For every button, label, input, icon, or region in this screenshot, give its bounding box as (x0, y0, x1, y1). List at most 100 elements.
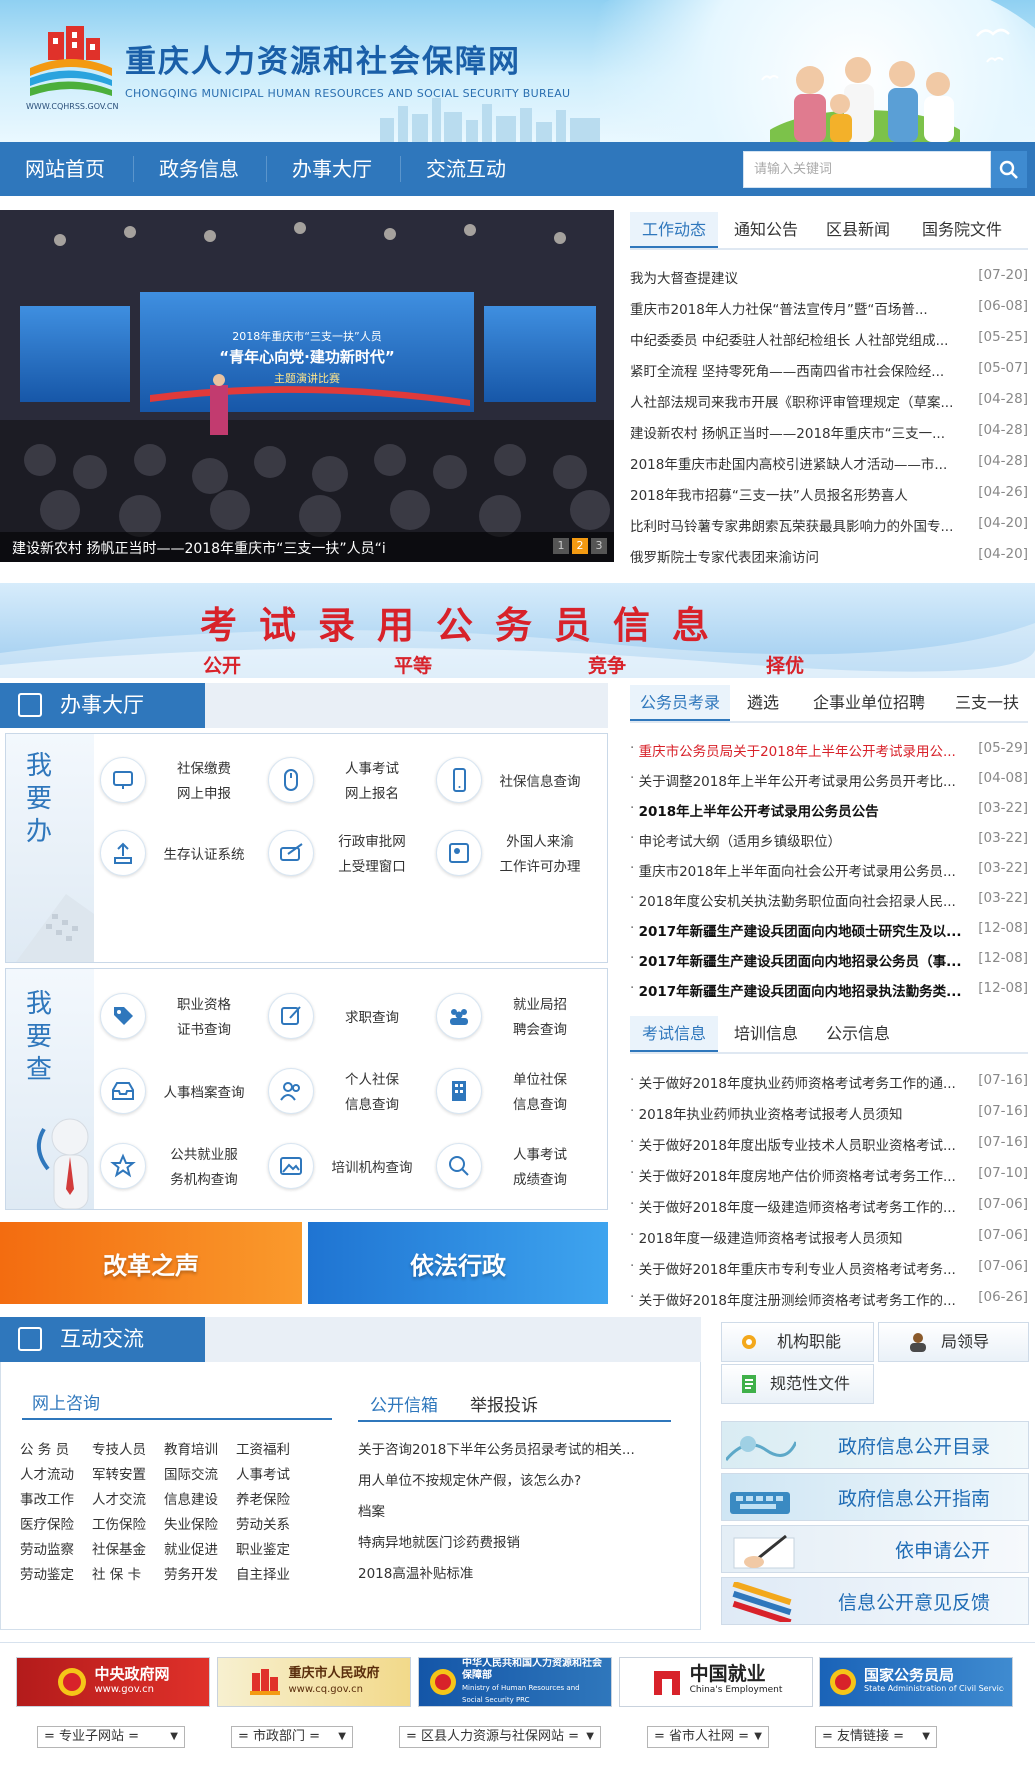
list-item[interactable]: · 2018年度一级建造师资格考试报考人员须知 (630, 1227, 970, 1247)
list-item[interactable]: 建设新农村 扬帆正当时——2018年重庆市“三支一... (630, 422, 970, 442)
slide-page-3[interactable]: 3 (591, 538, 607, 554)
service-item[interactable]: 外国人来渝 工作许可办理 (436, 825, 596, 885)
consult-keyword-link[interactable]: 社保基金 (92, 1538, 146, 1558)
slide-caption[interactable]: 建设新农村 扬帆正当时——2018年重庆市“三支一扶”人员“i (12, 538, 432, 558)
news-slideshow[interactable]: 2018年重庆市“三支一扶”人员 “青年心向党·建功新时代” 主题演讲比赛 (0, 210, 614, 562)
consult-keyword-link[interactable]: 失业保险 (164, 1513, 218, 1533)
link-civil-service-admin[interactable]: 国家公务员局 State Administration of Civil Serv… (819, 1657, 1013, 1707)
list-item[interactable]: 人社部法规司来我市开展《职称评审管理规定（草案... (630, 391, 970, 411)
service-item[interactable]: 行政审批网 上受理窗口 (268, 825, 428, 885)
list-item[interactable]: 2018年重庆市赴国内高校引进紧缺人才活动——市... (630, 453, 970, 473)
tab-online-consult[interactable]: 网上咨询 (32, 1389, 100, 1414)
consult-keyword-link[interactable]: 劳动监察 (20, 1538, 74, 1558)
service-item[interactable]: 单位社保 信息查询 (436, 1063, 596, 1123)
tab-work-news[interactable]: 工作动态 (630, 212, 718, 248)
tab-three-support[interactable]: 三支一扶 (946, 685, 1028, 721)
service-item[interactable]: 人事档案查询 (100, 1063, 260, 1123)
consult-keyword-link[interactable]: 工伤保险 (92, 1513, 146, 1533)
org-function-button[interactable]: 机构职能 (721, 1322, 874, 1362)
mailbox-item[interactable]: 特病异地就医门诊药费报销 (358, 1531, 668, 1551)
consult-keyword-link[interactable]: 劳动关系 (236, 1513, 290, 1533)
service-item[interactable]: 公共就业服 务机构查询 (100, 1138, 260, 1198)
consult-keyword-link[interactable]: 公 务 员 (20, 1438, 69, 1458)
tab-district-news[interactable]: 区县新闻 (814, 212, 902, 248)
consult-keyword-link[interactable]: 人才交流 (92, 1488, 146, 1508)
service-item[interactable]: 职业资格 证书查询 (100, 988, 260, 1048)
search-input[interactable]: 请输入关键词 (743, 151, 991, 188)
tab-training-info[interactable]: 培训信息 (722, 1016, 810, 1052)
nav-interaction[interactable]: 交流互动 (416, 142, 516, 196)
list-item[interactable]: · 关于做好2018年度注册测绘师资格考试考务工作的... (630, 1289, 970, 1309)
nav-home[interactable]: 网站首页 (15, 142, 115, 196)
list-item[interactable]: · 2018年执业药师执业资格考试报考人员须知 (630, 1103, 970, 1123)
list-item[interactable]: · 重庆市公务员局关于2018年上半年公开考试录用公... (630, 740, 970, 760)
list-item[interactable]: 紧盯全流程 坚持零死角——西南四省市社会保险经... (630, 360, 970, 380)
service-item[interactable]: 社保缴费 网上申报 (100, 752, 260, 812)
nav-gov-info[interactable]: 政务信息 (149, 142, 249, 196)
disclosure-feedback-link[interactable]: 信息公开意见反馈 (721, 1577, 1029, 1625)
list-item[interactable]: · 2017年新疆生产建设兵团面向内地招录执法勤务类... (630, 980, 970, 1000)
select-district-sites[interactable]: = 区县人力资源与社保网站 = ▼ (399, 1726, 601, 1748)
apply-disclosure-link[interactable]: 依申请公开 (721, 1525, 1029, 1573)
list-item[interactable]: · 关于做好2018年度房地产估价师资格考试考务工作... (630, 1165, 970, 1185)
list-item[interactable]: 俄罗斯院士专家代表团来渝访问 (630, 546, 970, 566)
slide-page-1[interactable]: 1 (553, 538, 569, 554)
list-item[interactable]: · 关于调整2018年上半年公开考试录用公务员开考比... (630, 770, 970, 790)
consult-keyword-link[interactable]: 教育培训 (164, 1438, 218, 1458)
list-item[interactable]: · 关于做好2018年重庆市专利专业人员资格考试考务... (630, 1258, 970, 1278)
list-item[interactable]: · 重庆市2018年上半年面向社会公开考试录用公务员... (630, 860, 970, 880)
tab-civil-exam[interactable]: 公务员考录 (630, 685, 730, 721)
consult-keyword-link[interactable]: 人事考试 (236, 1463, 290, 1483)
service-item[interactable]: 求职查询 (268, 988, 428, 1048)
slide-page-2[interactable]: 2 (572, 538, 588, 554)
consult-keyword-link[interactable]: 职业鉴定 (236, 1538, 290, 1558)
service-item[interactable]: 人事考试 网上报名 (268, 752, 428, 812)
link-chongqing-gov[interactable]: 重庆市人民政府 www.cq.gov.cn (217, 1657, 411, 1707)
consult-keyword-link[interactable]: 人才流动 (20, 1463, 74, 1483)
gov-info-catalog-link[interactable]: 政府信息公开目录 (721, 1421, 1029, 1469)
list-item[interactable]: · 2018年上半年公开考试录用公务员公告 (630, 800, 970, 820)
list-item[interactable]: 重庆市2018年人力社保“普法宣传月”暨“百场普... (630, 298, 970, 318)
list-item[interactable]: · 申论考试大纲（适用乡镇级职位） (630, 830, 970, 850)
tab-notices[interactable]: 通知公告 (722, 212, 810, 248)
link-central-gov[interactable]: 中央政府网 www.gov.cn (16, 1657, 210, 1707)
consult-keyword-link[interactable]: 劳务开发 (164, 1563, 218, 1583)
mailbox-item[interactable]: 用人单位不按规定休产假，该怎么办? (358, 1469, 668, 1489)
consult-keyword-link[interactable]: 养老保险 (236, 1488, 290, 1508)
list-item[interactable]: · 关于做好2018年度出版专业技术人员职业资格考试... (630, 1134, 970, 1154)
tab-selection[interactable]: 遴选 (734, 685, 792, 721)
service-item[interactable]: 人事考试 成绩查询 (436, 1138, 596, 1198)
tab-public-mailbox[interactable]: 公开信箱 (370, 1391, 438, 1416)
select-sub-sites[interactable]: = 专业子网站 = ▼ (37, 1726, 185, 1748)
reform-voice-banner[interactable]: 改革之声 (0, 1222, 302, 1304)
select-city-departments[interactable]: = 市政部门 = ▼ (231, 1726, 353, 1748)
consult-keyword-link[interactable]: 国际交流 (164, 1463, 218, 1483)
list-item[interactable]: · 2017年新疆生产建设兵团面向内地招录公务员（事... (630, 950, 970, 970)
select-province-sites[interactable]: = 省市人社网 = ▼ (647, 1726, 769, 1748)
list-item[interactable]: 2018年我市招募“三支一扶”人员报名形势喜人 (630, 484, 970, 504)
consult-keyword-link[interactable]: 军转安置 (92, 1463, 146, 1483)
service-item[interactable]: 个人社保 信息查询 (268, 1063, 428, 1123)
list-item[interactable]: 比利时马铃薯专家弗朗索瓦荣获最具影响力的外国专... (630, 515, 970, 535)
consult-keyword-link[interactable]: 就业促进 (164, 1538, 218, 1558)
gov-info-guide-link[interactable]: 政府信息公开指南 (721, 1473, 1029, 1521)
bureau-leader-button[interactable]: 局领导 (878, 1322, 1029, 1362)
search-button[interactable] (991, 151, 1027, 188)
service-item[interactable]: 社保信息查询 (436, 752, 596, 812)
select-friendly-links[interactable]: = 友情链接 = ▼ (815, 1726, 937, 1748)
consult-keyword-link[interactable]: 医疗保险 (20, 1513, 74, 1533)
consult-keyword-link[interactable]: 劳动鉴定 (20, 1563, 74, 1583)
service-item[interactable]: 就业局招 聘会查询 (436, 988, 596, 1048)
list-item[interactable]: 我为大督查提建议 (630, 267, 970, 287)
service-item[interactable]: 生存认证系统 (100, 825, 260, 885)
mailbox-item[interactable]: 2018高温补贴标准 (358, 1562, 668, 1582)
tab-enterprise-recruit[interactable]: 企事业单位招聘 (796, 685, 942, 721)
normative-docs-button[interactable]: 规范性文件 (721, 1364, 874, 1404)
link-mohrss[interactable]: 中华人民共和国人力资源和社会保障部 Ministry of Human Resou… (418, 1657, 612, 1707)
law-admin-banner[interactable]: 依法行政 (308, 1222, 608, 1304)
consult-keyword-link[interactable]: 事改工作 (20, 1488, 74, 1508)
consult-keyword-link[interactable]: 专技人员 (92, 1438, 146, 1458)
link-china-employment[interactable]: 中国就业 China's Employment (619, 1657, 813, 1707)
list-item[interactable]: · 关于做好2018年度执业药师资格考试考务工作的通... (630, 1072, 970, 1092)
mailbox-item[interactable]: 关于咨询2018下半年公务员招录考试的相关... (358, 1438, 668, 1458)
